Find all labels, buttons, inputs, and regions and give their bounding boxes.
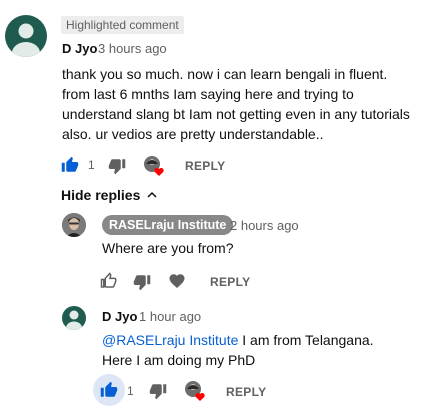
- heart-outline-icon: [169, 274, 185, 289]
- thumbs-down-icon: [108, 159, 126, 175]
- highlighted-comment-badge: Highlighted comment: [61, 16, 184, 34]
- heart-button[interactable]: [168, 272, 186, 295]
- thumbs-down-icon: [149, 384, 167, 400]
- thumbs-up-icon: [100, 381, 118, 397]
- mention-link[interactable]: @RASELraju Institute: [102, 332, 238, 348]
- reply-text: @RASELraju Institute I am from Telangana…: [102, 330, 402, 370]
- dislike-button[interactable]: [108, 157, 126, 180]
- reply-dislike-button[interactable]: [133, 273, 151, 296]
- like-count: 1: [88, 158, 95, 172]
- user-avatar-icon: [12, 23, 40, 57]
- reply-time[interactable]: 2 hours ago: [230, 218, 299, 233]
- comment-text: thank you so much. now i can learn benga…: [62, 66, 410, 142]
- chevron-up-icon: [147, 191, 157, 198]
- hide-replies-button[interactable]: Hide replies: [61, 187, 158, 203]
- like-count: 1: [127, 384, 134, 398]
- thumbs-up-icon: [100, 272, 117, 288]
- comment-time[interactable]: 3 hours ago: [98, 41, 167, 56]
- thumbs-down-icon: [133, 275, 151, 291]
- hide-replies-label: Hide replies: [61, 187, 141, 203]
- reply-time[interactable]: 1 hour ago: [139, 309, 201, 324]
- reply-avatar-owner[interactable]: [62, 213, 86, 237]
- creator-heart: [184, 380, 206, 407]
- reply-button[interactable]: REPLY: [185, 159, 225, 173]
- avatar[interactable]: [5, 15, 47, 57]
- user-avatar-icon: [66, 310, 82, 330]
- reply-like-button[interactable]: [93, 374, 125, 406]
- reply-avatar[interactable]: [62, 306, 86, 330]
- owner-avatar-icon: [62, 213, 86, 237]
- reply-author[interactable]: D Jyo: [102, 309, 137, 324]
- like-button[interactable]: [61, 156, 79, 179]
- creator-heart: [143, 155, 165, 182]
- reply-button[interactable]: REPLY: [226, 385, 266, 399]
- reply-text: Where are you from?: [102, 240, 234, 256]
- channel-owner-badge[interactable]: RASELraju Institute: [102, 215, 234, 235]
- creator-heart-icon: [185, 381, 205, 401]
- thumbs-up-icon: [61, 156, 79, 172]
- reply-button[interactable]: REPLY: [210, 275, 250, 289]
- reply-like-button[interactable]: [100, 272, 118, 295]
- reply-dislike-button[interactable]: [149, 382, 167, 405]
- comment-author[interactable]: D Jyo: [62, 41, 97, 56]
- creator-heart-icon: [144, 156, 164, 176]
